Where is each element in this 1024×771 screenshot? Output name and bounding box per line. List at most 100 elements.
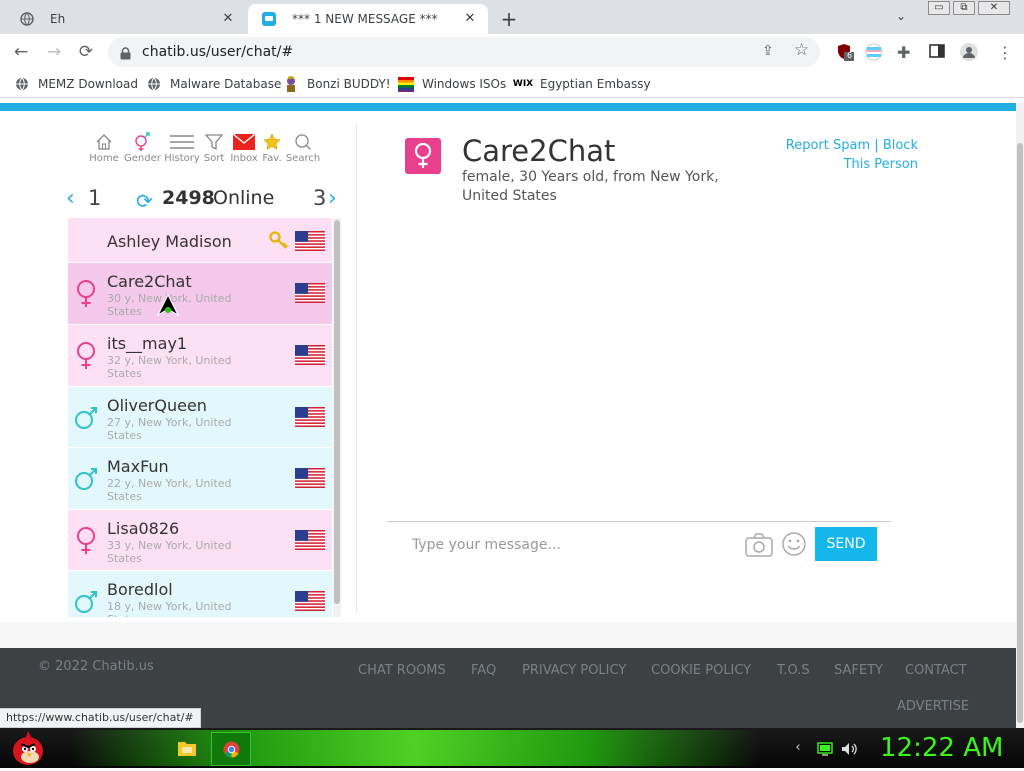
- taskbar-clock[interactable]: 12:22 AM: [880, 733, 1003, 763]
- composer-divider: [387, 521, 891, 522]
- footer-link-chat-rooms[interactable]: CHAT ROOMS: [358, 663, 446, 678]
- bookmark-windows-isos[interactable]: Windows ISOs: [398, 76, 506, 92]
- online-pager: ‹ 1 ⟳ 2498 Online 3 ›: [64, 184, 344, 214]
- close-tab-icon[interactable]: ✕: [462, 11, 478, 27]
- nav-search[interactable]: Search: [285, 131, 321, 164]
- wix-icon: WIX: [512, 79, 534, 89]
- message-input[interactable]: [402, 530, 732, 560]
- close-window-button[interactable]: ✕: [978, 1, 1010, 15]
- male-gender-icon: [74, 464, 98, 494]
- start-angry-bird-icon[interactable]: [8, 729, 48, 767]
- user-list-scrollbar[interactable]: [333, 218, 341, 617]
- chevron-right-icon[interactable]: ›: [328, 186, 337, 211]
- footer-link-safety[interactable]: SAFETY: [834, 663, 883, 678]
- flag-extension-icon[interactable]: [865, 43, 883, 61]
- block-link-line2[interactable]: This Person: [844, 157, 918, 172]
- footer-link-faq[interactable]: FAQ: [471, 663, 496, 678]
- nav-home[interactable]: Home: [86, 131, 122, 164]
- male-gender-icon: [74, 587, 98, 617]
- panel-divider: [356, 125, 357, 612]
- user-row-lisa0826[interactable]: Lisa0826 33 y, New York, United States: [68, 510, 332, 571]
- nav-history[interactable]: History: [164, 131, 200, 164]
- tab-new-message[interactable]: *** 1 NEW MESSAGE *** ✕: [248, 4, 488, 34]
- footer-link-advertise[interactable]: ADVERTISE: [897, 699, 969, 714]
- user-info: 30 y, New York, United States: [107, 292, 232, 318]
- volume-icon[interactable]: [841, 741, 857, 755]
- bookmarks-bar: MEMZ Download Malware Database Bonzi BUD…: [0, 70, 1024, 98]
- scrollbar-thumb[interactable]: [1017, 143, 1023, 723]
- bookmark-egyptian-embassy[interactable]: WIX Egyptian Embassy: [512, 76, 651, 92]
- address-bar[interactable]: chatib.us/user/chat/# ⇪ ☆: [108, 37, 820, 67]
- tab-eh[interactable]: Eh ✕: [6, 4, 246, 34]
- next-page-number[interactable]: 3: [313, 186, 326, 210]
- user-row-care2chat[interactable]: Care2Chat 30 y, New York, United States: [68, 263, 332, 325]
- chevron-left-icon[interactable]: ‹: [66, 186, 75, 211]
- user-name: its__may1: [107, 334, 188, 353]
- bookmark-label: Bonzi BUDDY!: [307, 77, 391, 91]
- taskbar-chrome-button[interactable]: [211, 732, 251, 766]
- tab-title: *** 1 NEW MESSAGE ***: [292, 12, 438, 26]
- bookmark-label: Windows ISOs: [422, 77, 507, 91]
- female-gender-icon: [74, 341, 98, 371]
- footer-link-tos[interactable]: T.O.S: [777, 663, 810, 678]
- page-scrollbar[interactable]: [1016, 103, 1024, 728]
- globe-icon: [14, 76, 30, 92]
- browser-menu-icon[interactable]: ⋮: [996, 43, 1014, 62]
- globe-icon: [20, 12, 34, 26]
- bookmark-bonzi-buddy[interactable]: Bonzi BUDDY!: [283, 76, 391, 92]
- bookmark-label: MEMZ Download: [38, 77, 138, 91]
- globe-icon: [146, 76, 162, 92]
- footer-link-contact[interactable]: CONTACT: [905, 663, 967, 678]
- us-flag-icon: [295, 591, 325, 611]
- camera-icon[interactable]: [744, 531, 774, 559]
- block-link[interactable]: Block: [883, 138, 918, 153]
- user-row-boredlol[interactable]: Boredlol 18 y, New York, United States: [68, 571, 332, 617]
- user-info: 18 y, New York, United States: [107, 600, 232, 617]
- emoji-icon[interactable]: [781, 531, 807, 557]
- report-spam-link[interactable]: Report Spam: [786, 138, 870, 153]
- user-row-ashley-madison[interactable]: Ashley Madison: [68, 218, 332, 263]
- user-row-its-may1[interactable]: its__may1 32 y, New York, United States: [68, 325, 332, 387]
- refresh-icon[interactable]: ⟳: [136, 189, 153, 213]
- report-block-links: Report Spam | Block This Person: [740, 136, 918, 174]
- chrome-icon: [223, 741, 240, 758]
- user-row-maxfun[interactable]: MaxFun 22 y, New York, United States: [68, 448, 332, 510]
- chat-favicon-icon: [262, 12, 276, 26]
- tray-chevron-icon[interactable]: ‹: [790, 740, 806, 756]
- file-explorer-icon[interactable]: [178, 740, 196, 756]
- female-gender-icon: [74, 279, 98, 309]
- bookmark-malware-database[interactable]: Malware Database: [146, 76, 281, 92]
- footer-link-privacy-policy[interactable]: PRIVACY POLICY: [522, 663, 626, 678]
- scrollbar-thumb[interactable]: [334, 220, 340, 604]
- copyright-text: © 2022 Chatib.us: [38, 659, 154, 674]
- bookmark-star-icon[interactable]: ☆: [794, 40, 809, 60]
- restore-button[interactable]: ⧉: [953, 1, 975, 15]
- forward-arrow-icon[interactable]: →: [43, 41, 65, 63]
- reload-icon[interactable]: ⟳: [75, 41, 97, 63]
- tab-search-chevron-icon[interactable]: ⌄: [896, 9, 906, 23]
- bookmark-label: Egyptian Embassy: [540, 77, 651, 91]
- us-flag-icon: [295, 407, 325, 427]
- prev-page-number[interactable]: 1: [88, 186, 101, 210]
- bookmark-memz[interactable]: MEMZ Download: [14, 76, 138, 92]
- extensions-puzzle-icon[interactable]: ✚: [897, 43, 915, 62]
- status-bar-url: https://www.chatib.us/user/chat/#: [0, 708, 201, 728]
- tab-title: Eh: [50, 12, 66, 26]
- minimize-button[interactable]: ▭: [928, 1, 950, 15]
- lock-icon: [120, 45, 131, 60]
- nav-gender[interactable]: Gender: [124, 131, 161, 164]
- close-tab-icon[interactable]: ✕: [220, 11, 236, 27]
- new-tab-button[interactable]: +: [499, 7, 519, 31]
- footer-link-cookie-policy[interactable]: COOKIE POLICY: [651, 663, 751, 678]
- back-arrow-icon[interactable]: ←: [10, 41, 32, 63]
- chat-partner-name: Care2Chat: [462, 134, 616, 168]
- send-button[interactable]: SEND: [815, 527, 877, 561]
- side-panel-icon[interactable]: [929, 43, 947, 61]
- ublock-extension-icon[interactable]: 6: [836, 43, 854, 61]
- user-row-oliverqueen[interactable]: OliverQueen 27 y, New York, United State…: [68, 387, 332, 448]
- profile-avatar-icon[interactable]: [960, 43, 978, 61]
- nav-label: Gender: [124, 153, 161, 164]
- network-icon[interactable]: [817, 741, 833, 756]
- share-icon[interactable]: ⇪: [762, 43, 774, 59]
- us-flag-icon: [295, 345, 325, 365]
